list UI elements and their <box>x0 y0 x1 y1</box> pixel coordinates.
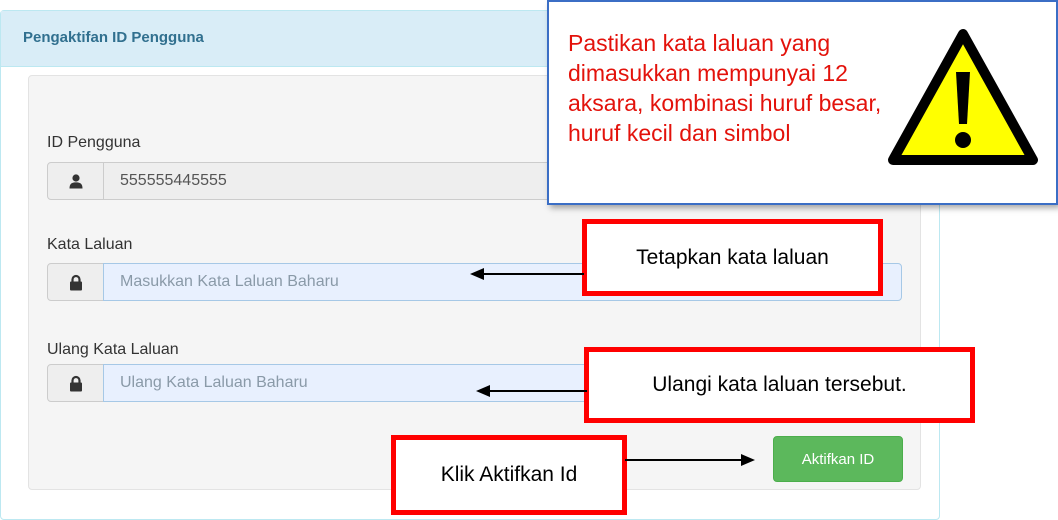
panel-title: Pengaktifan ID Pengguna <box>23 29 204 46</box>
user-icon <box>47 162 104 200</box>
lock-icon <box>47 263 104 301</box>
arrow-to-activate-button <box>625 454 755 466</box>
arrow-to-password-field <box>470 268 584 280</box>
click-activate-annotation: Klik Aktifkan Id <box>391 435 627 515</box>
activate-id-button[interactable]: Aktifkan ID <box>773 436 903 482</box>
lock-icon <box>47 364 104 402</box>
repeat-password-annotation: Ulangi kata laluan tersebut. <box>584 347 975 423</box>
arrow-to-confirm-field <box>476 385 587 397</box>
warning-triangle-icon <box>888 29 1038 165</box>
user-id-label: ID Pengguna <box>47 134 141 151</box>
confirm-password-label: Ulang Kata Laluan <box>47 341 179 358</box>
set-password-annotation: Tetapkan kata laluan <box>582 219 883 296</box>
warning-text: Pastikan kata laluan yang dimasukkan mem… <box>568 30 882 146</box>
password-label: Kata Laluan <box>47 236 133 253</box>
